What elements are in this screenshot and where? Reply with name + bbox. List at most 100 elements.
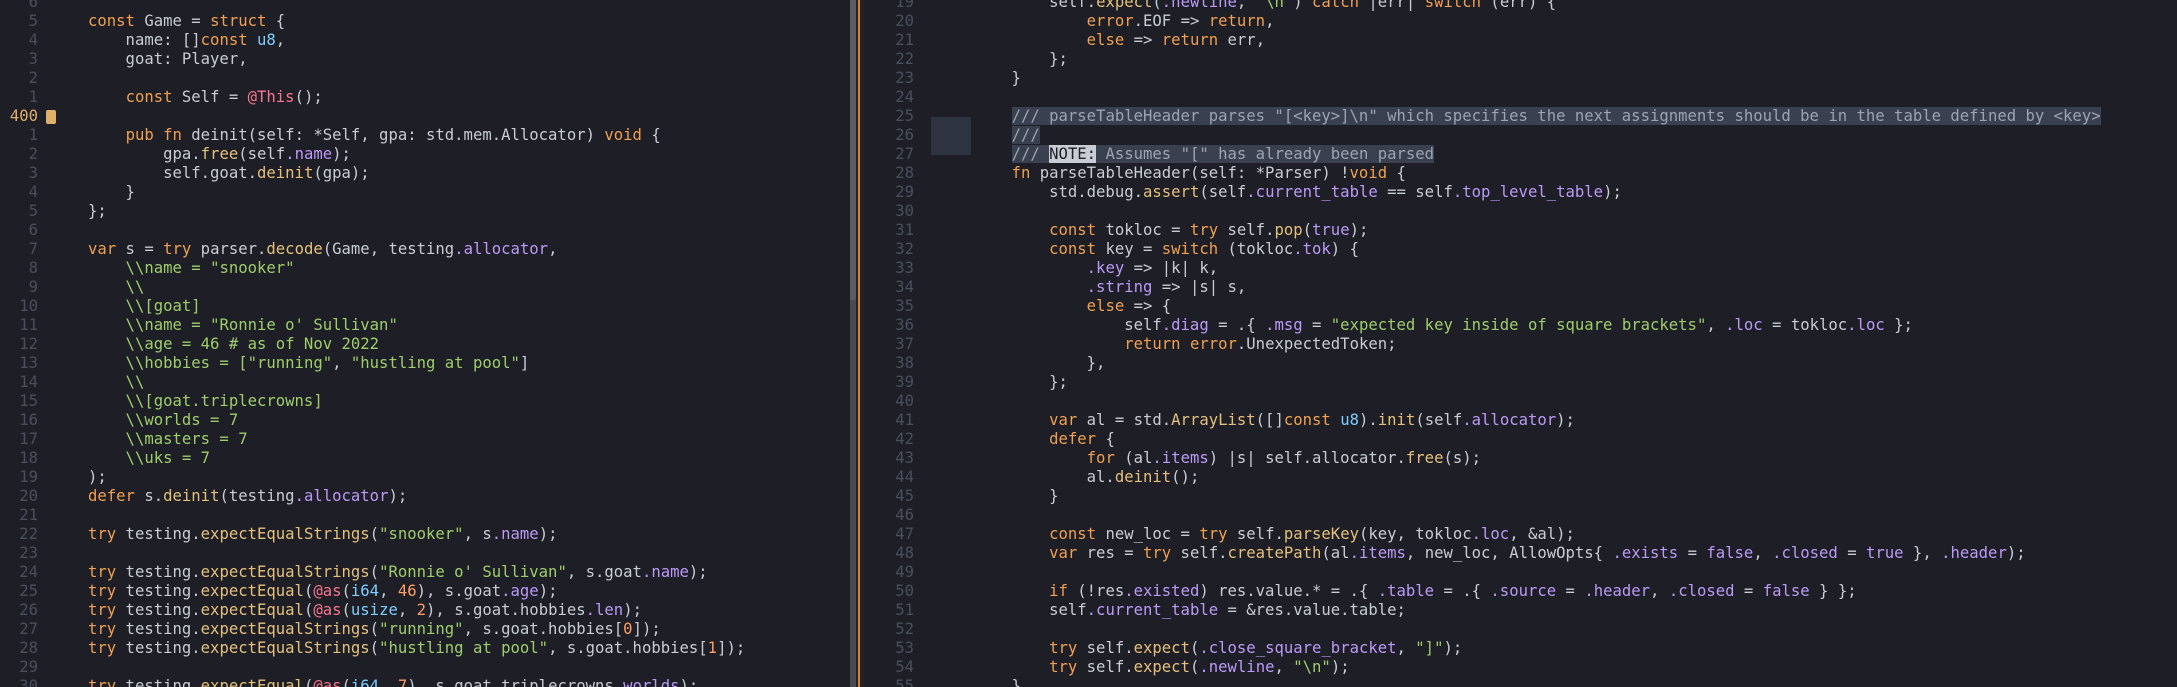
code-text: } (974, 677, 1021, 687)
code-line[interactable]: 44 al.deinit(); (864, 468, 2177, 487)
code-line[interactable]: 20 error.EOF => return, (864, 12, 2177, 31)
pane-divider[interactable] (850, 0, 864, 687)
code-line[interactable]: 2 gpa.free(self.name); (0, 145, 850, 164)
code-line[interactable]: 47 const new_loc = try self.parseKey(key… (864, 525, 2177, 544)
line-number: 55 (895, 677, 914, 687)
line-number: 28 (19, 639, 38, 657)
code-line[interactable]: 39 }; (864, 373, 2177, 392)
code-line[interactable]: 54 try self.expect(.newline, "\n"); (864, 658, 2177, 677)
code-line[interactable]: 26 try testing.expectEqual(@as(usize, 2),… (0, 601, 850, 620)
code-text: gpa.free(self.name); (88, 145, 351, 163)
code-line[interactable]: 19); (0, 468, 850, 487)
code-line[interactable]: 17 \\masters = 7 (0, 430, 850, 449)
code-text: }, (974, 354, 1106, 372)
line-number: 38 (895, 354, 914, 372)
code-line[interactable]: 23 } (864, 69, 2177, 88)
code-line[interactable]: 34 .string => |s| s, (864, 278, 2177, 297)
code-line[interactable]: 1 const Self = @This(); (0, 88, 850, 107)
code-line[interactable]: 29 (0, 658, 850, 677)
line-number: 43 (895, 449, 914, 467)
line-number: 29 (19, 658, 38, 676)
code-line[interactable]: 31 const tokloc = try self.pop(true); (864, 221, 2177, 240)
code-line[interactable]: 25 try testing.expectEqual(@as(i64, 46), … (0, 582, 850, 601)
code-line[interactable]: 46 (864, 506, 2177, 525)
line-number: 19 (895, 0, 914, 11)
code-text: defer s.deinit(testing.allocator); (88, 487, 408, 505)
code-line[interactable]: 33 .key => |k| k, (864, 259, 2177, 278)
code-text: \\ (88, 278, 145, 296)
code-line[interactable]: 21 (0, 506, 850, 525)
code-line[interactable]: 51 self.current_table = &res.value.table… (864, 601, 2177, 620)
code-line[interactable]: 15 \\[goat.triplecrowns] (0, 392, 850, 411)
code-line[interactable]: 52 (864, 620, 2177, 639)
code-line[interactable]: 32 const key = switch (tokloc.tok) { (864, 240, 2177, 259)
code-line[interactable]: 21 else => return err, (864, 31, 2177, 50)
code-line[interactable]: 49 (864, 563, 2177, 582)
line-number: 28 (895, 164, 914, 182)
scrollbar-thumb[interactable] (850, 0, 856, 300)
code-line[interactable]: 50 if (!res.existed) res.value.* = .{ .t… (864, 582, 2177, 601)
code-line[interactable]: 22 try testing.expectEqualStrings("snooke… (0, 525, 850, 544)
editor-pane-left[interactable]: 6 5 const Game = struct {4 name: []const u… (0, 0, 850, 687)
code-line[interactable]: 53 try self.expect(.close_square_bracket… (864, 639, 2177, 658)
code-line[interactable]: 29 std.debug.assert(self.current_table =… (864, 183, 2177, 202)
code-line[interactable]: 28 fn parseTableHeader(self: *Parser) !v… (864, 164, 2177, 183)
code-line[interactable]: 35 else => { (864, 297, 2177, 316)
code-line[interactable]: 1 pub fn deinit(self: *Self, gpa: std.me… (0, 126, 850, 145)
code-line[interactable]: 27 try testing.expectEqualStrings("runnin… (0, 620, 850, 639)
code-line[interactable]: 6 (0, 0, 850, 12)
code-line[interactable]: 24 try testing.expectEqualStrings("Ronnie… (0, 563, 850, 582)
code-text: }; (974, 373, 1068, 391)
code-line[interactable]: 12 \\age = 46 # as of Nov 2022 (0, 335, 850, 354)
code-line[interactable]: 43 for (al.items) |s| self.allocator.fre… (864, 449, 2177, 468)
line-number: 20 (19, 487, 38, 505)
code-line[interactable]: 2 (0, 69, 850, 88)
code-line[interactable]: 11 \\name = "Ronnie o' Sullivan" (0, 316, 850, 335)
code-line[interactable]: 9 \\ (0, 278, 850, 297)
code-line[interactable]: 30 try testing.expectEqual(@as(i64, 7), s… (0, 677, 850, 687)
code-line[interactable]: 6 (0, 221, 850, 240)
code-line[interactable]: 10 \\[goat] (0, 297, 850, 316)
code-line[interactable]: 25 /// parseTableHeader parses "[<key>]\… (864, 107, 2177, 126)
code-line[interactable]: 37 return error.UnexpectedToken; (864, 335, 2177, 354)
code-text: var s = try parser.decode(Game, testing.… (88, 240, 558, 258)
code-text: if (!res.existed) res.value.* = .{ .tabl… (1049, 582, 1857, 600)
code-line[interactable]: 23 (0, 544, 850, 563)
line-number: 3 (28, 164, 38, 182)
code-line[interactable]: 26 /// (864, 126, 2177, 145)
code-line[interactable]: 3 self.goat.deinit(gpa); (0, 164, 850, 183)
code-line[interactable]: 45 } (864, 487, 2177, 506)
code-line[interactable]: 3 goat: Player, (0, 50, 850, 69)
code-line[interactable]: 42 defer { (864, 430, 2177, 449)
code-line[interactable]: 7 var s = try parser.decode(Game, testing… (0, 240, 850, 259)
code-line[interactable]: 38 }, (864, 354, 2177, 373)
line-number: 1 (28, 126, 38, 144)
code-line[interactable]: 4 } (0, 183, 850, 202)
code-line[interactable]: 5}; (0, 202, 850, 221)
code-line[interactable]: 8 \\name = "snooker" (0, 259, 850, 278)
code-line[interactable]: 4 name: []const u8, (0, 31, 850, 50)
code-line[interactable]: 27 /// NOTE: Assumes "[" has already bee… (864, 145, 2177, 164)
code-line[interactable]: 5 const Game = struct { (0, 12, 850, 31)
editor-pane-right[interactable]: 19 self.expect(.newline, "\n") catch |er… (864, 0, 2177, 687)
code-line[interactable]: 28 try testing.expectEqualStrings("hustli… (0, 639, 850, 658)
code-line[interactable]: 30 (864, 202, 2177, 221)
code-line[interactable]: 400 (0, 107, 850, 126)
code-line[interactable]: 24 (864, 88, 2177, 107)
code-text: try self.expect(.close_square_bracket, "… (1049, 639, 1463, 657)
code-line[interactable]: 48 var res = try self.createPath(al.item… (864, 544, 2177, 563)
code-line[interactable]: 18 \\uks = 7 (0, 449, 850, 468)
code-line[interactable]: 13 \\hobbies = ["running", "hustling at … (0, 354, 850, 373)
code-text: for (al.items) |s| self.allocator.free(s… (1086, 449, 1482, 467)
code-line[interactable]: 19 self.expect(.newline, "\n") catch |er… (864, 0, 2177, 12)
code-line[interactable]: 16 \\worlds = 7 (0, 411, 850, 430)
code-line[interactable]: 41 var al = std.ArrayList([]const u8).in… (864, 411, 2177, 430)
code-line[interactable]: 14 \\ (0, 373, 850, 392)
code-text: \\ (88, 373, 145, 391)
code-line[interactable]: 36 self.diag = .{ .msg = "expected key i… (864, 316, 2177, 335)
code-line[interactable]: 55 } (864, 677, 2177, 687)
code-line[interactable]: 40 (864, 392, 2177, 411)
code-line[interactable]: 20 defer s.deinit(testing.allocator); (0, 487, 850, 506)
code-line[interactable]: 22 }; (864, 50, 2177, 69)
code-lines-right: 19 self.expect(.newline, "\n") catch |er… (864, 0, 2177, 687)
